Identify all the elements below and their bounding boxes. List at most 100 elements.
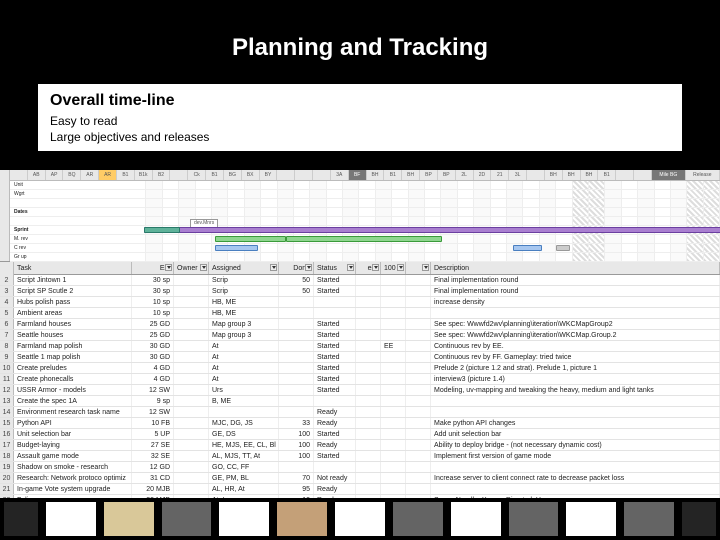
cell-status[interactable]: Started (314, 363, 356, 373)
table-row[interactable]: 19Shadow on smoke - research12 GDGO, CC,… (0, 462, 720, 473)
gantt-col-header[interactable]: AR (99, 170, 117, 180)
cell-status[interactable]: Ready (314, 484, 356, 494)
cell-done[interactable] (279, 363, 314, 373)
gantt-col-header[interactable]: AR (81, 170, 99, 180)
table-header-est[interactable]: Est (132, 262, 174, 274)
cell-i[interactable] (406, 286, 431, 296)
cell-g[interactable] (356, 396, 381, 406)
cell-est[interactable]: 12 SW (132, 385, 174, 395)
gantt-col-header[interactable]: 2L (456, 170, 474, 180)
cell-est[interactable]: 10 sp (132, 297, 174, 307)
cell-status[interactable]: Started (314, 286, 356, 296)
cell-est[interactable]: 4 GD (132, 363, 174, 373)
gantt-col-header[interactable]: AB (28, 170, 46, 180)
cell-done[interactable]: 50 (279, 275, 314, 285)
cell-est[interactable]: 27 SE (132, 440, 174, 450)
row-number[interactable]: 21 (0, 484, 14, 494)
cell-desc[interactable] (431, 407, 720, 417)
cell-owner[interactable] (174, 363, 209, 373)
cell-owner[interactable] (174, 462, 209, 472)
cell-est[interactable]: 10 FB (132, 418, 174, 428)
gantt-col-header[interactable]: BX (242, 170, 260, 180)
cell-h[interactable] (381, 429, 406, 439)
table-header-status[interactable]: Status (314, 262, 356, 274)
cell-i[interactable] (406, 330, 431, 340)
cell-owner[interactable] (174, 418, 209, 428)
cell-g[interactable] (356, 429, 381, 439)
cell-done[interactable]: 100 (279, 451, 314, 461)
row-number[interactable]: 2 (0, 275, 14, 285)
table-row[interactable]: 17Budget-laying27 SEHE, MJS, EE, CL, Bl1… (0, 440, 720, 451)
table-row[interactable]: 8Farmland map polish30 GDAtStartedEECont… (0, 341, 720, 352)
cell-h[interactable] (381, 484, 406, 494)
cell-h[interactable] (381, 396, 406, 406)
gantt-col-header[interactable]: Ck (188, 170, 206, 180)
cell-desc[interactable]: Increase server to client connect rate t… (431, 473, 720, 483)
cell-i[interactable] (406, 484, 431, 494)
cell-assign[interactable]: GE, DS (209, 429, 279, 439)
cell-task[interactable]: USSR Armor - models (14, 385, 132, 395)
cell-done[interactable] (279, 374, 314, 384)
cell-owner[interactable] (174, 473, 209, 483)
cell-desc[interactable]: increase density (431, 297, 720, 307)
cell-status[interactable] (314, 297, 356, 307)
cell-g[interactable] (356, 341, 381, 351)
table-header-desc[interactable]: Description (431, 262, 720, 274)
cell-status[interactable]: Started (314, 374, 356, 384)
cell-assign[interactable]: HB, ME (209, 308, 279, 318)
cell-assign[interactable] (209, 407, 279, 417)
cell-g[interactable] (356, 275, 381, 285)
cell-h[interactable] (381, 473, 406, 483)
cell-owner[interactable] (174, 352, 209, 362)
table-row[interactable]: 10Create preludes4 GDAtStartedPrelude 2 … (0, 363, 720, 374)
cell-desc[interactable]: See spec: Wwwfd2wv\planning\iteration\WK… (431, 319, 720, 329)
table-row[interactable]: 20Research: Network protoco optimiz31 CD… (0, 473, 720, 484)
cell-i[interactable] (406, 440, 431, 450)
row-number[interactable]: 6 (0, 319, 14, 329)
cell-assign[interactable]: GO, CC, FF (209, 462, 279, 472)
gantt-col-header[interactable]: B1k (135, 170, 153, 180)
cell-g[interactable] (356, 418, 381, 428)
cell-owner[interactable] (174, 429, 209, 439)
cell-task[interactable]: In-game Vote system upgrade (14, 484, 132, 494)
cell-task[interactable]: Farmland houses (14, 319, 132, 329)
cell-g[interactable] (356, 385, 381, 395)
table-header-done[interactable]: Done (279, 262, 314, 274)
cell-status[interactable]: Ready (314, 418, 356, 428)
cell-h[interactable] (381, 374, 406, 384)
cell-done[interactable] (279, 396, 314, 406)
cell-h[interactable] (381, 330, 406, 340)
cell-desc[interactable]: Add unit selection bar (431, 429, 720, 439)
cell-g[interactable] (356, 451, 381, 461)
gantt-col-header[interactable]: BH (581, 170, 599, 180)
cell-assign[interactable]: At (209, 374, 279, 384)
cell-done[interactable]: 100 (279, 440, 314, 450)
cell-done[interactable] (279, 352, 314, 362)
row-number[interactable]: 5 (0, 308, 14, 318)
cell-owner[interactable] (174, 484, 209, 494)
cell-g[interactable] (356, 462, 381, 472)
row-number[interactable]: 14 (0, 407, 14, 417)
cell-desc[interactable]: Final implementation round (431, 275, 720, 285)
cell-assign[interactable]: GE, PM, BL (209, 473, 279, 483)
cell-task[interactable]: Create the spec 1A (14, 396, 132, 406)
table-row[interactable]: 14Environment research task name12 SWRea… (0, 407, 720, 418)
row-number[interactable]: 16 (0, 429, 14, 439)
table-row[interactable]: 5Ambient areas10 spHB, ME (0, 308, 720, 319)
gantt-col-header[interactable]: BG (224, 170, 242, 180)
table-row[interactable]: 2Script Jintown 130 spScrip50StartedFina… (0, 275, 720, 286)
table-header-task[interactable]: Task (14, 262, 132, 274)
table-row[interactable]: 18Assault game mode32 SEAL, MJS, TT, At1… (0, 451, 720, 462)
gantt-col-header[interactable] (634, 170, 652, 180)
cell-i[interactable] (406, 385, 431, 395)
cell-h[interactable] (381, 286, 406, 296)
cell-assign[interactable]: At (209, 363, 279, 373)
cell-i[interactable] (406, 275, 431, 285)
row-number[interactable]: 19 (0, 462, 14, 472)
cell-done[interactable] (279, 330, 314, 340)
cell-assign[interactable]: Scrip (209, 275, 279, 285)
cell-desc[interactable] (431, 484, 720, 494)
filter-dropdown-icon[interactable] (305, 264, 312, 271)
gantt-col-header[interactable]: BY (260, 170, 278, 180)
gantt-col-header[interactable] (616, 170, 634, 180)
